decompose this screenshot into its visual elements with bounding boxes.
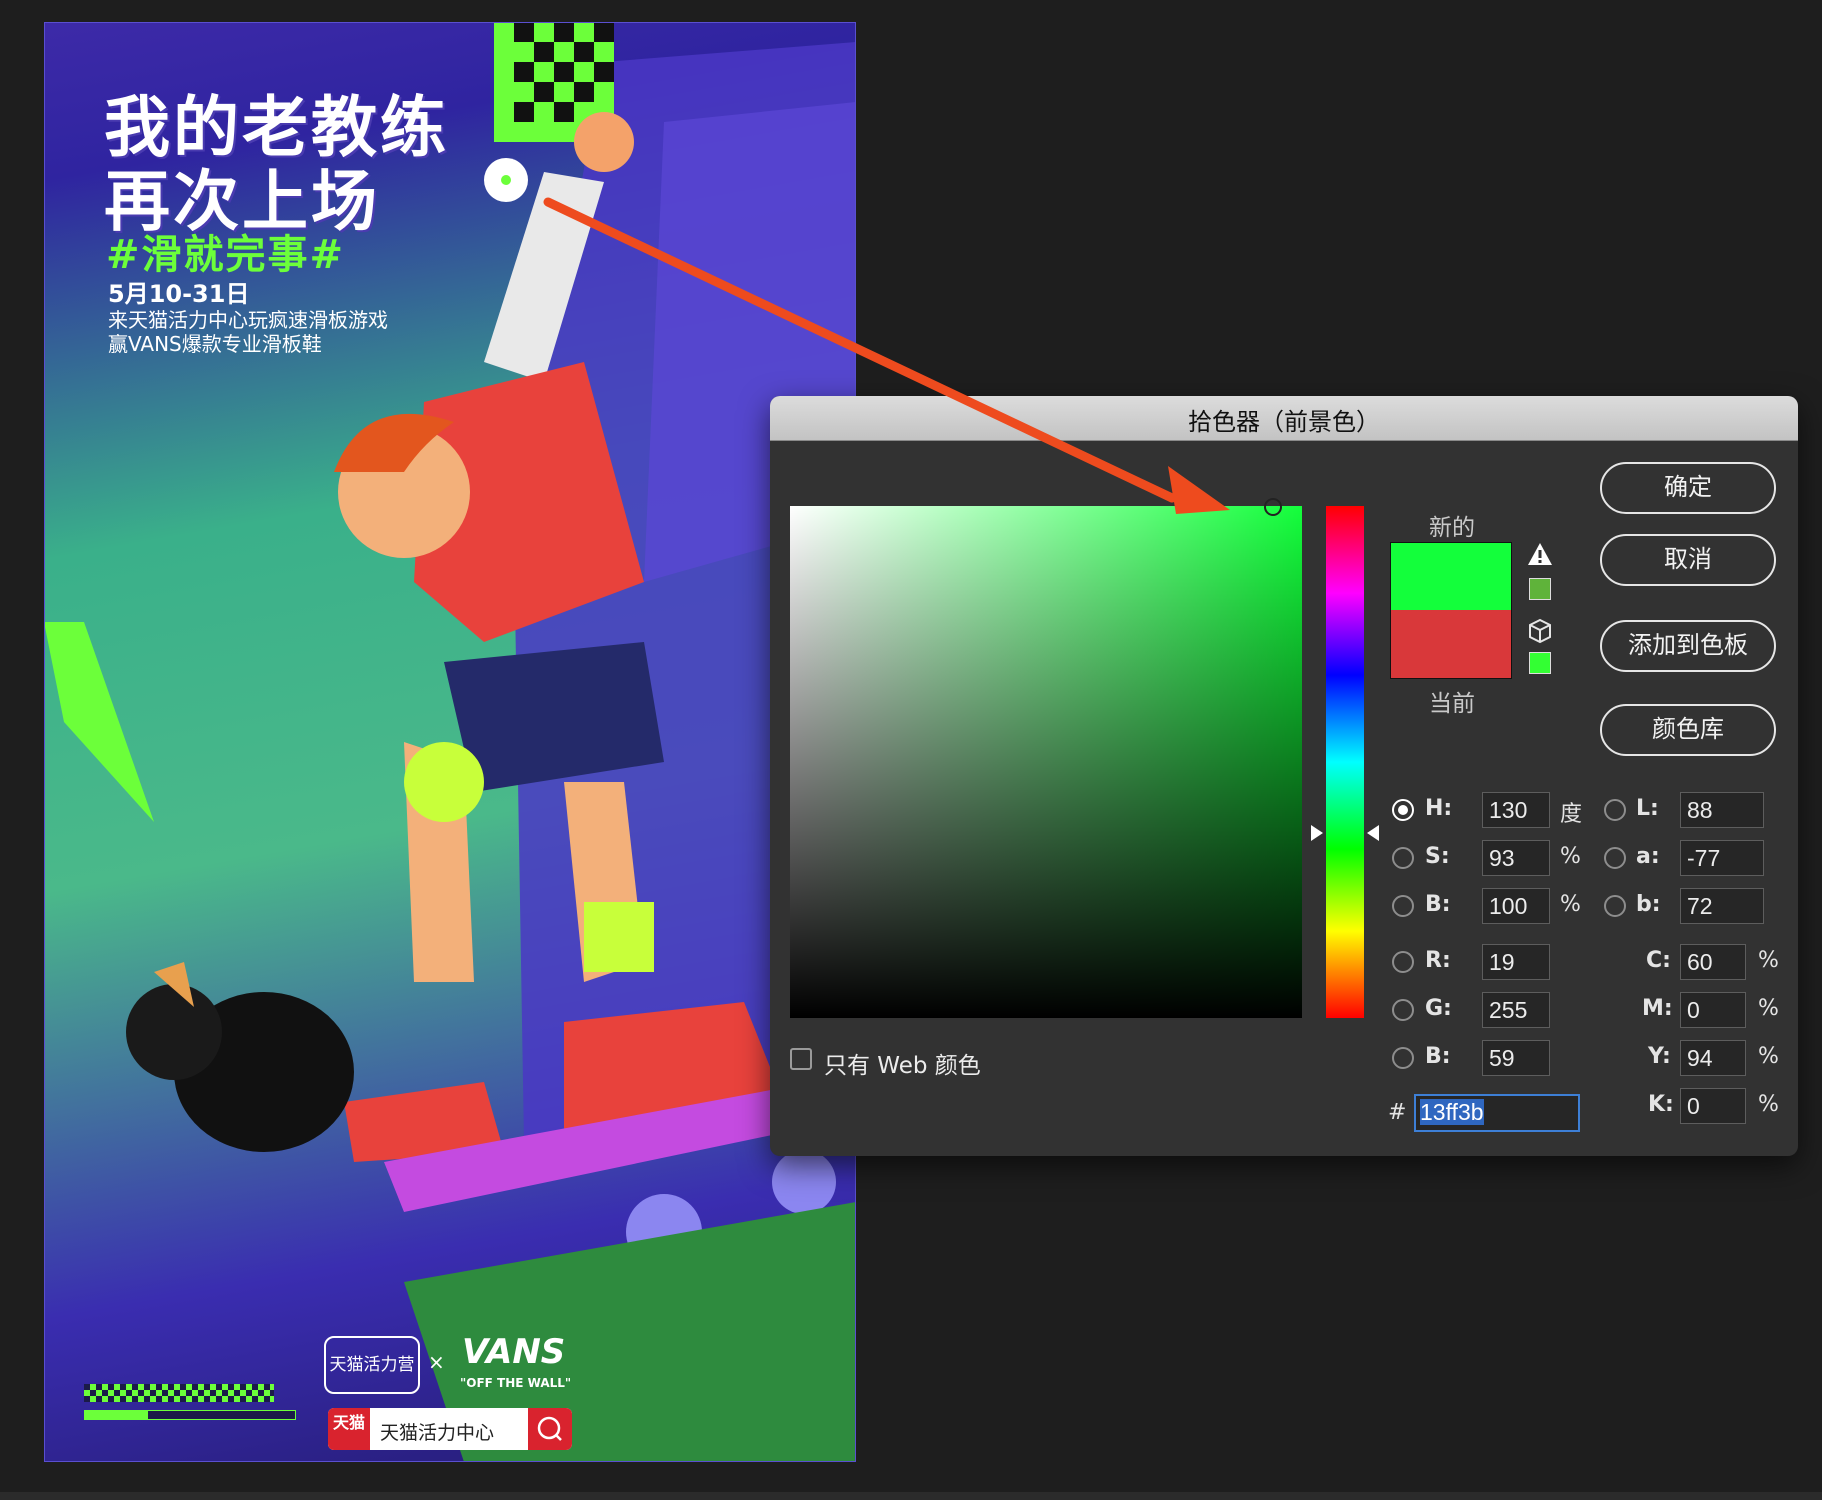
hex-input-value: 13ff3b	[1420, 1099, 1484, 1125]
input-brightness[interactable]: 100	[1482, 888, 1550, 924]
dialog-title: 拾色器（前景色）	[1188, 408, 1380, 436]
label-a: a:	[1636, 844, 1660, 869]
cancel-button[interactable]: 取消	[1600, 534, 1776, 586]
label-black: K:	[1648, 1092, 1674, 1117]
unit-percent: %	[1758, 1044, 1779, 1069]
radio-saturation[interactable]	[1392, 847, 1414, 869]
input-lightness[interactable]: 88	[1680, 792, 1764, 828]
radio-brightness[interactable]	[1392, 895, 1414, 917]
current-color-swatch[interactable]	[1390, 610, 1512, 679]
label-cyan: C:	[1646, 948, 1671, 973]
radio-b[interactable]	[1604, 895, 1626, 917]
brand-separator: ×	[428, 1350, 445, 1374]
input-blue[interactable]: 59	[1482, 1040, 1550, 1076]
hex-input[interactable]: 13ff3b	[1414, 1094, 1580, 1132]
hue-slider[interactable]	[1326, 506, 1364, 1018]
hue-slider-right-arrow-icon[interactable]	[1367, 825, 1379, 841]
ok-button[interactable]: 确定	[1600, 462, 1776, 514]
label-green: G:	[1425, 996, 1452, 1021]
unit-percent: %	[1758, 948, 1779, 973]
input-green[interactable]: 255	[1482, 992, 1550, 1028]
vans-tagline: "OFF THE WALL"	[460, 1376, 572, 1390]
label-magenta: M:	[1642, 996, 1673, 1021]
radio-a[interactable]	[1604, 847, 1626, 869]
unit-percent: %	[1560, 844, 1581, 869]
add-to-swatches-button[interactable]: 添加到色板	[1600, 620, 1776, 672]
poster-progress-bar	[84, 1410, 296, 1420]
color-picker-dialog: 拾色器（前景色） 新的 当前 确定 取消 添加到色板 颜色库 H: 130 度 …	[770, 396, 1798, 1156]
radio-lightness[interactable]	[1604, 799, 1626, 821]
cube-icon[interactable]	[1527, 618, 1553, 644]
radio-blue[interactable]	[1392, 1047, 1414, 1069]
brand-lockup: 天猫活力营 × VANS "OFF THE WALL"	[324, 1332, 624, 1402]
unit-percent: %	[1758, 996, 1779, 1021]
label-b: b:	[1636, 892, 1661, 917]
warning-icon[interactable]	[1527, 542, 1553, 566]
status-bar	[0, 1492, 1822, 1500]
unit-percent: %	[1758, 1092, 1779, 1117]
unit-degree: 度	[1560, 802, 1583, 827]
new-color-label: 新的	[1429, 515, 1475, 541]
label-brightness: B:	[1425, 892, 1451, 917]
input-yellow[interactable]: 94	[1680, 1040, 1746, 1076]
hex-hash-label: #	[1388, 1100, 1407, 1125]
dialog-titlebar[interactable]: 拾色器（前景色）	[770, 396, 1798, 441]
new-color-swatch	[1390, 542, 1512, 611]
poster-progress-fill	[85, 1411, 148, 1419]
label-red: R:	[1425, 948, 1451, 973]
label-saturation: S:	[1425, 844, 1450, 869]
search-text: 天猫活力中心	[380, 1422, 495, 1444]
radio-hue[interactable]	[1392, 799, 1414, 821]
label-yellow: Y:	[1648, 1044, 1671, 1069]
poster-hashtag: #滑就完事#	[106, 232, 346, 278]
tmall-camp-logo: 天猫活力营	[324, 1336, 420, 1394]
input-black[interactable]: 0	[1680, 1088, 1746, 1124]
tmall-search-bar: 天猫 天猫活力中心	[328, 1408, 572, 1450]
tmall-tag: 天猫	[328, 1408, 370, 1450]
poster-artwork[interactable]: 我的老教练 再次上场 #滑就完事# 5月10-31日 来天猫活力中心玩疯速滑板游…	[44, 22, 856, 1462]
web-only-label: 只有 Web 颜色	[824, 1053, 981, 1079]
input-b[interactable]: 72	[1680, 888, 1764, 924]
label-lightness: L:	[1636, 796, 1659, 821]
web-only-checkbox[interactable]	[790, 1048, 812, 1070]
checker-progress-pattern	[84, 1384, 274, 1402]
color-libraries-button[interactable]: 颜色库	[1600, 704, 1776, 756]
input-magenta[interactable]: 0	[1680, 992, 1746, 1028]
color-field-cursor[interactable]	[1264, 498, 1282, 516]
gamut-warning-swatch[interactable]	[1529, 578, 1551, 600]
poster-text-line2: 赢VANS爆款专业滑板鞋	[108, 332, 322, 356]
input-red[interactable]: 19	[1482, 944, 1550, 980]
saturation-brightness-field[interactable]	[790, 506, 1302, 1018]
current-color-label: 当前	[1429, 691, 1475, 717]
radio-green[interactable]	[1392, 999, 1414, 1021]
vans-logo: VANS	[462, 1332, 566, 1372]
input-a[interactable]: -77	[1680, 840, 1764, 876]
hue-slider-left-arrow-icon[interactable]	[1311, 825, 1323, 841]
input-saturation[interactable]: 93	[1482, 840, 1550, 876]
input-hue[interactable]: 130	[1482, 792, 1550, 828]
web-safe-swatch[interactable]	[1529, 652, 1551, 674]
input-cyan[interactable]: 60	[1680, 944, 1746, 980]
label-blue: B:	[1425, 1044, 1451, 1069]
label-hue: H:	[1425, 796, 1453, 821]
unit-percent: %	[1560, 892, 1581, 917]
radio-red[interactable]	[1392, 951, 1414, 973]
search-icon	[528, 1408, 572, 1450]
